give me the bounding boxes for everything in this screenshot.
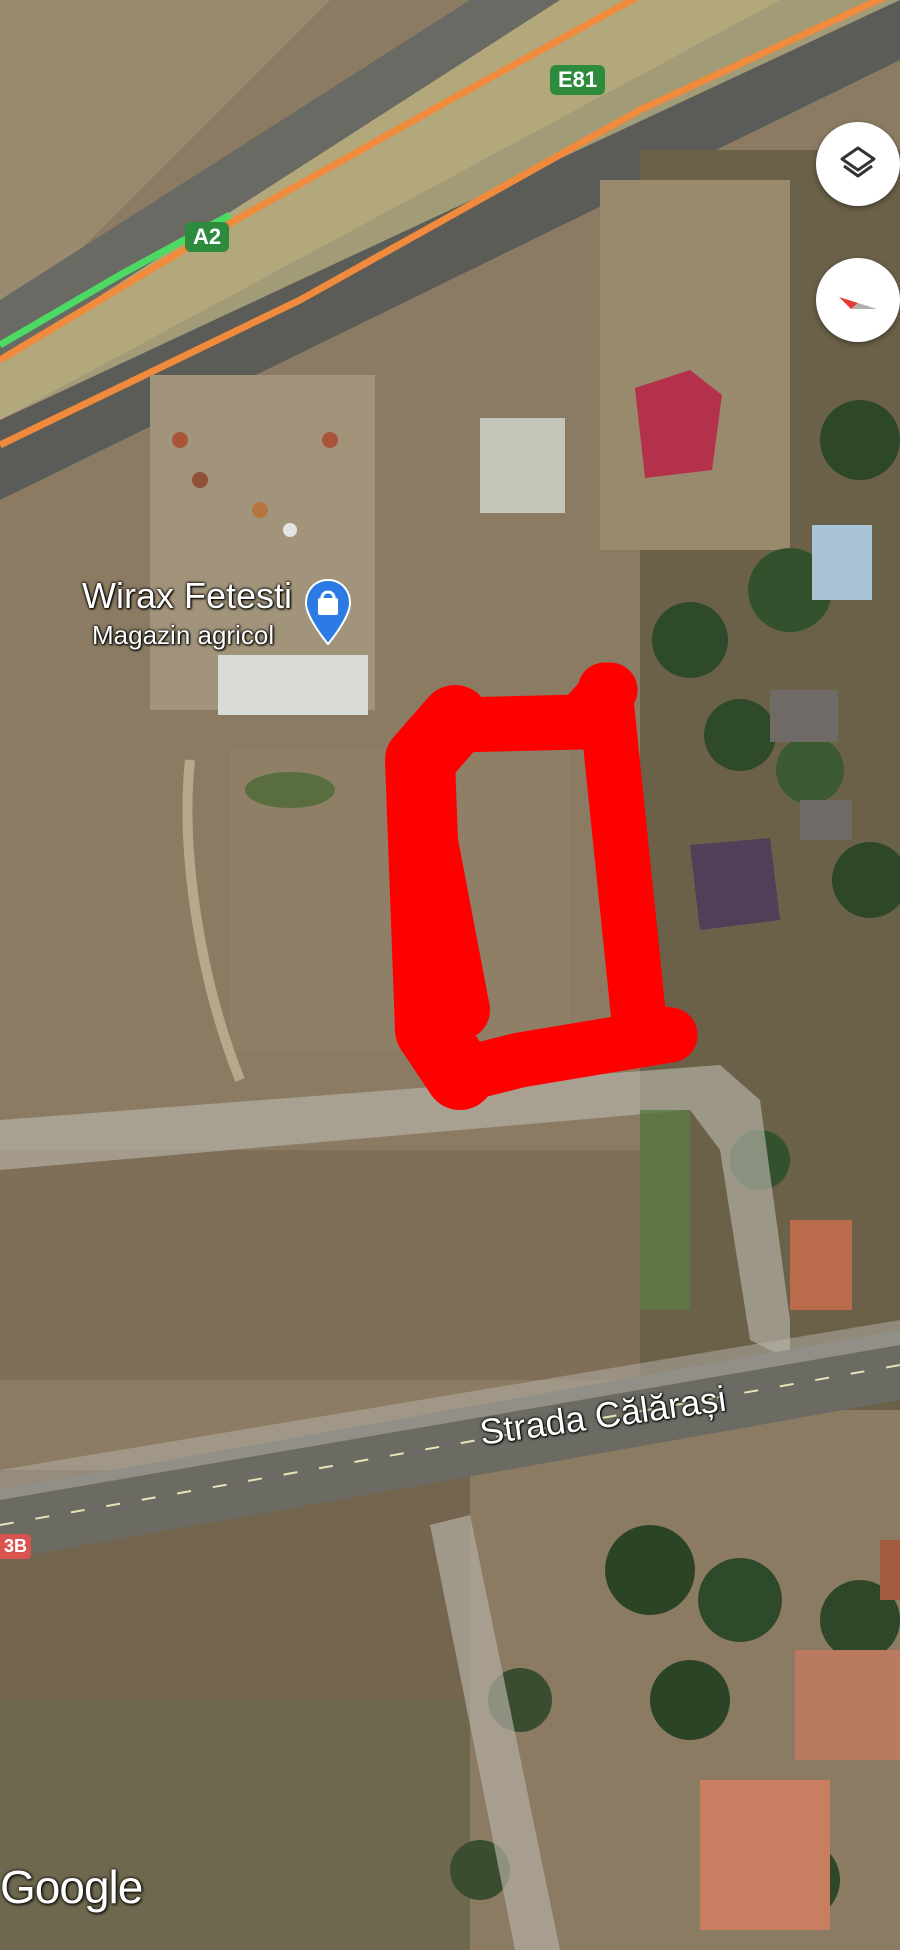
road-shield-a2: A2 [185,222,230,252]
road-shield-edge: 3B [0,1534,32,1559]
compass-icon [839,297,877,309]
satellite-map[interactable]: Wirax Fetesti Magazin agricol Strada Căl… [0,0,900,1950]
compass-button[interactable] [816,258,900,342]
road-shield-e81: E81 [550,65,606,95]
poi-category: Magazin agricol [92,620,275,650]
shopping-bag-icon[interactable] [303,578,353,648]
layers-icon [840,146,876,178]
satellite-imagery [0,0,900,1950]
google-logo: Google [0,1861,143,1913]
poi-name[interactable]: Wirax Fetesti [82,575,292,617]
layers-button[interactable] [816,122,900,206]
